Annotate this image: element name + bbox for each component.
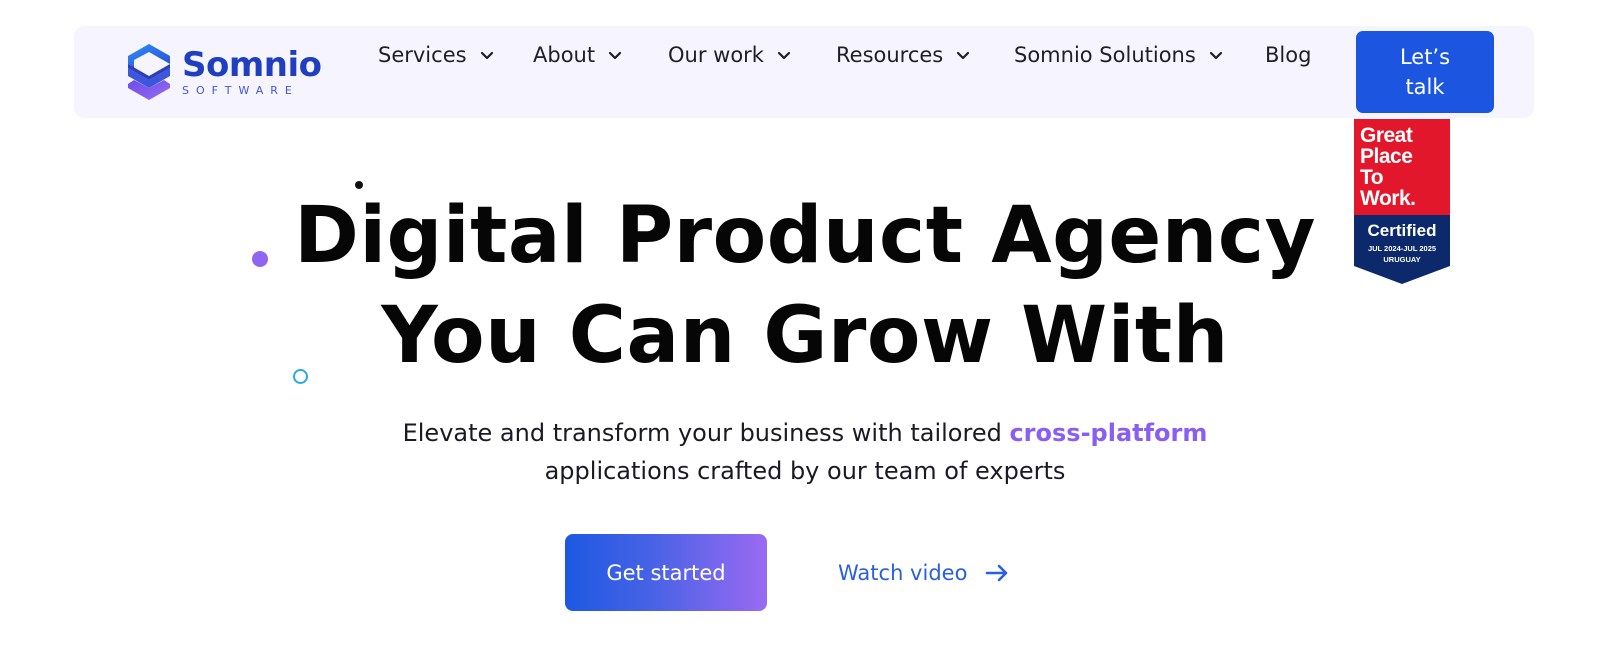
somnio-s-logo-icon (128, 44, 170, 100)
hero-headline-line1: Digital Product Agency (294, 191, 1316, 281)
top-navbar: Somnio SOFTWARE Services About Our work … (74, 26, 1534, 118)
hero-subtitle-text-2: applications crafted by our team of expe… (544, 457, 1066, 485)
chevron-down-icon (955, 47, 971, 63)
arrow-right-icon (985, 564, 1009, 582)
nav-item-about[interactable]: About (533, 43, 623, 67)
nav-item-services[interactable]: Services (378, 43, 495, 67)
nav-item-label: Our work (668, 43, 764, 67)
hero-subtitle: Elevate and transform your business with… (300, 414, 1310, 490)
get-started-button[interactable]: Get started (565, 534, 767, 611)
watch-video-button[interactable]: Watch video (838, 558, 1009, 588)
brand-logo[interactable]: Somnio SOFTWARE (126, 42, 336, 102)
brand-name: Somnio (182, 44, 322, 85)
chevron-down-icon (607, 47, 623, 63)
nav-item-label: Blog (1265, 43, 1312, 67)
hero-headline-line2: You Can Grow With (381, 291, 1229, 381)
nav-item-somnio-solutions[interactable]: Somnio Solutions (1014, 43, 1224, 67)
hero-headline: Digital Product Agency You Can Grow With (200, 186, 1410, 386)
hero-subtitle-accent: cross-platform (1009, 419, 1208, 447)
badge-line1: Great (1360, 124, 1413, 147)
nav-item-label: Somnio Solutions (1014, 43, 1196, 67)
badge-line2: Place (1360, 145, 1413, 168)
chevron-down-icon (1208, 47, 1224, 63)
badge-line3: To (1360, 166, 1384, 189)
brand-subtitle: SOFTWARE (182, 83, 299, 97)
nav-item-blog[interactable]: Blog (1265, 43, 1311, 67)
nav-item-label: Resources (836, 43, 944, 67)
lets-talk-button[interactable]: Let’s talk (1356, 31, 1494, 113)
nav-item-label: Services (378, 43, 467, 67)
nav-item-our-work[interactable]: Our work (668, 43, 792, 67)
chevron-down-icon (479, 47, 495, 63)
lets-talk-line1: Let’s (1399, 45, 1451, 69)
nav-item-resources[interactable]: Resources (836, 43, 971, 67)
nav-item-label: About (533, 43, 596, 67)
watch-video-label: Watch video (838, 561, 968, 585)
lets-talk-line2: talk (1405, 75, 1445, 99)
chevron-down-icon (776, 47, 792, 63)
hero-subtitle-text: Elevate and transform your business with… (402, 419, 1010, 447)
